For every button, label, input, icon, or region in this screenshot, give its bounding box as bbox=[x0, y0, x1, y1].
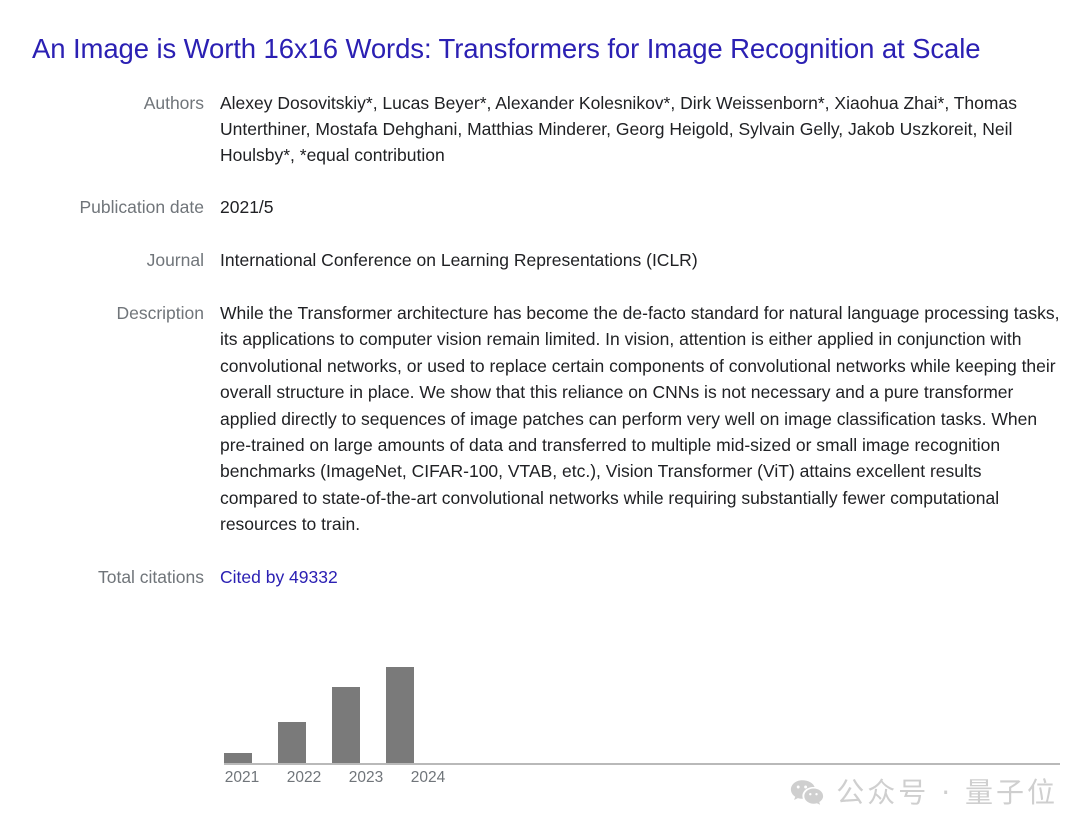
table-row: Total citations Cited by 49332 bbox=[0, 564, 1080, 590]
wechat-icon bbox=[790, 779, 824, 807]
bar-2023[interactable] bbox=[332, 686, 360, 763]
chart-bars bbox=[224, 657, 414, 763]
table-row: Authors Alexey Dosovitskiy*, Lucas Beyer… bbox=[0, 90, 1080, 194]
bar-column-2024[interactable] bbox=[386, 657, 414, 763]
x-tick-2021: 2021 bbox=[224, 769, 260, 786]
total-citations-label: Total citations bbox=[97, 566, 204, 587]
metadata-table: Authors Alexey Dosovitskiy*, Lucas Beyer… bbox=[0, 90, 1080, 590]
description-label: Description bbox=[116, 303, 204, 323]
x-tick-2023: 2023 bbox=[348, 769, 384, 786]
table-row: Description While the Transformer archit… bbox=[0, 300, 1080, 564]
journal-value: International Conference on Learning Rep… bbox=[220, 250, 698, 270]
bar-column-2021[interactable] bbox=[224, 657, 252, 763]
description-value: While the Transformer architecture has b… bbox=[220, 303, 1060, 535]
publication-date-label: Publication date bbox=[79, 197, 204, 217]
table-row: Journal International Conference on Lear… bbox=[0, 247, 1080, 300]
publication-date-value: 2021/5 bbox=[220, 197, 274, 217]
paper-detail-panel: An Image is Worth 16x16 Words: Transform… bbox=[0, 0, 1080, 826]
bar-2024[interactable] bbox=[386, 666, 414, 763]
bar-2021[interactable] bbox=[224, 752, 252, 763]
authors-value: Alexey Dosovitskiy*, Lucas Beyer*, Alexa… bbox=[220, 93, 1017, 165]
cited-by-link[interactable]: Cited by 49332 bbox=[220, 567, 338, 587]
journal-label: Journal bbox=[146, 250, 204, 270]
chart-plot-area: 2021 2022 2023 2024 bbox=[224, 656, 1060, 786]
chart-axis-line bbox=[224, 763, 1060, 765]
watermark-text: 公众号 · 量子位 bbox=[836, 776, 1058, 809]
authors-label: Authors bbox=[143, 93, 204, 113]
chart-x-axis-labels: 2021 2022 2023 2024 bbox=[220, 769, 450, 787]
bar-column-2023[interactable] bbox=[332, 657, 360, 763]
page-title: An Image is Worth 16x16 Words: Transform… bbox=[32, 33, 981, 64]
bar-column-2022[interactable] bbox=[278, 657, 306, 763]
bar-2022[interactable] bbox=[278, 721, 306, 763]
citations-bar-chart: 2021 2022 2023 2024 bbox=[224, 656, 1064, 786]
total-citations-value: Cited by 49332 bbox=[220, 564, 1080, 590]
x-tick-2022: 2022 bbox=[286, 769, 322, 786]
x-tick-2024: 2024 bbox=[410, 769, 446, 786]
watermark: 公众号 · 量子位 bbox=[790, 778, 1058, 808]
table-row: Publication date 2021/5 bbox=[0, 194, 1080, 247]
